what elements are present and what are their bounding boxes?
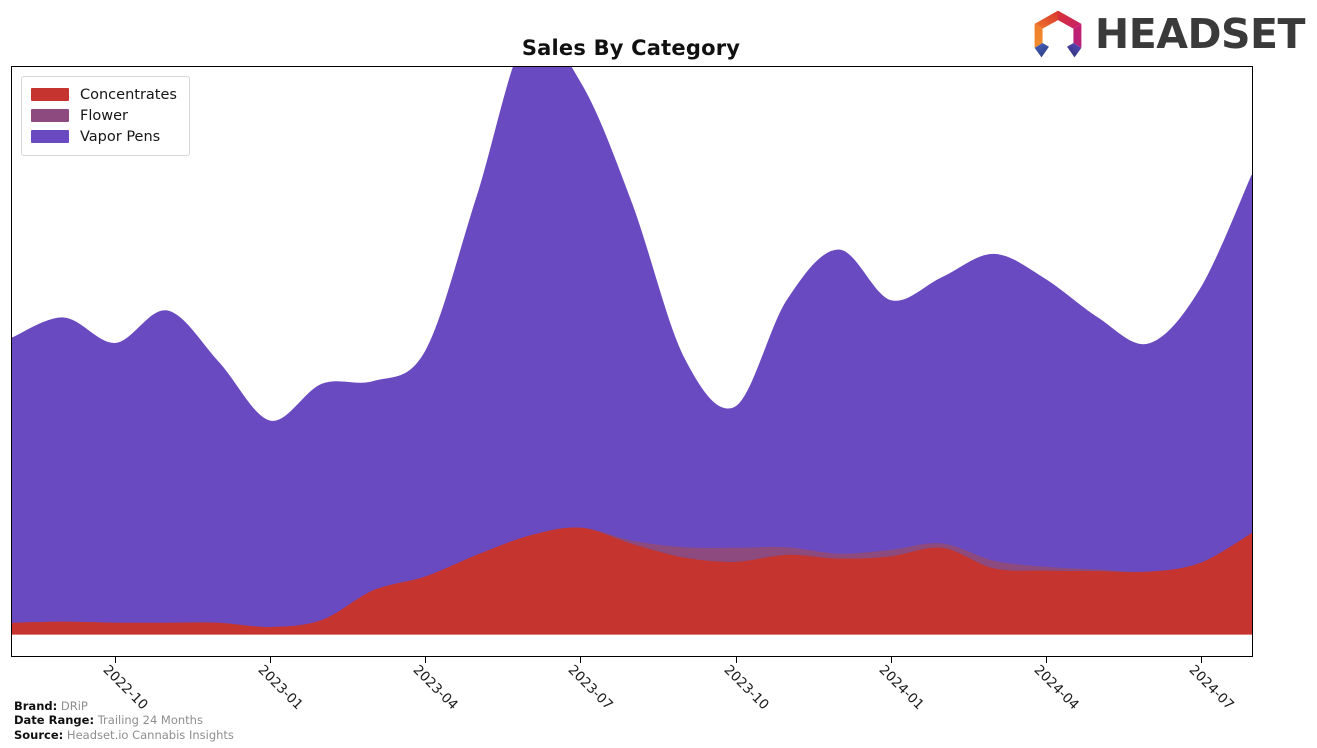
footnote-source-key: Source:	[14, 727, 64, 742]
legend-item-concentrates[interactable]: Concentrates	[31, 84, 177, 105]
footnote-brand-key: Brand:	[14, 698, 58, 713]
x-tick-mark	[1201, 657, 1203, 663]
x-tick-mark	[735, 657, 737, 663]
legend-label-vapor-pens: Vapor Pens	[80, 128, 161, 145]
x-tick-label: 2024-07	[1185, 662, 1238, 714]
legend-item-vapor-pens[interactable]: Vapor Pens	[31, 126, 177, 147]
x-tick-mark	[114, 657, 116, 663]
footnote-date-range-value: Trailing 24 Months	[97, 713, 203, 727]
chart-plot-area: Concentrates Flower Vapor Pens	[11, 66, 1253, 657]
stacked-area-chart	[12, 67, 1252, 635]
footnote-brand: Brand: DRiP	[14, 699, 234, 714]
x-tick-mark	[890, 657, 892, 663]
chart-legend: Concentrates Flower Vapor Pens	[21, 76, 190, 156]
headset-hexagon-logo-icon	[1034, 10, 1082, 58]
footnote-date-range-key: Date Range:	[14, 713, 95, 727]
legend-swatch-flower	[31, 109, 69, 122]
legend-swatch-concentrates	[31, 88, 69, 101]
x-tick-mark	[269, 657, 271, 663]
x-tick-label: 2024-01	[875, 662, 927, 714]
footnote-brand-value: DRiP	[60, 698, 88, 713]
legend-label-flower: Flower	[80, 107, 128, 124]
footnote-date-range: Date Range: Trailing 24 Months	[14, 713, 234, 728]
x-tick-label: 2023-10	[720, 662, 772, 714]
footnote-source: Source: Headset.io Cannabis Insights	[14, 728, 234, 743]
x-tick-label: 2023-04	[409, 662, 461, 714]
legend-swatch-vapor-pens	[31, 130, 69, 143]
x-tick-mark	[580, 657, 582, 663]
legend-label-concentrates: Concentrates	[80, 86, 177, 103]
footnote-source-value: Headset.io Cannabis Insights	[66, 727, 234, 742]
x-tick-mark	[425, 657, 426, 663]
chart-page: Sales By Category HEADSET Concentrates F…	[0, 0, 1317, 748]
headset-brand-logo: HEADSET	[1031, 8, 1306, 60]
headset-logo-text: HEADSET	[1094, 9, 1306, 58]
x-tick-label: 2023-01	[254, 662, 306, 714]
legend-item-flower[interactable]: Flower	[31, 105, 177, 126]
chart-footnotes: Brand: DRiP Date Range: Trailing 24 Mont…	[14, 699, 234, 743]
x-tick-mark	[1046, 657, 1047, 663]
x-tick-label: 2023-07	[564, 662, 617, 714]
x-tick-label: 2024-04	[1030, 662, 1082, 714]
